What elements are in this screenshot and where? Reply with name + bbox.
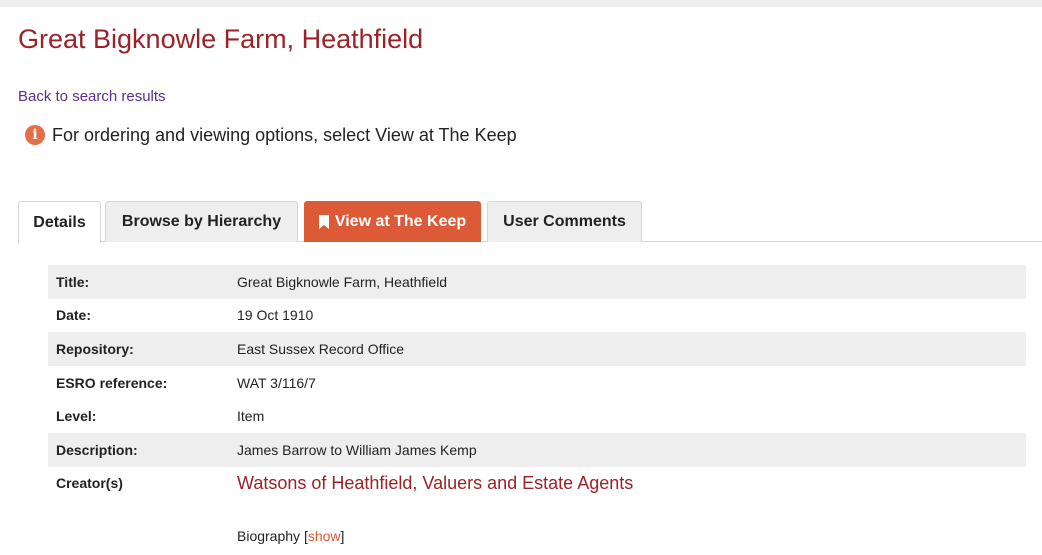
tab-label: Details [33,213,86,231]
ordering-notice: i For ordering and viewing options, sele… [25,124,517,146]
biography-line: Biography [show] [237,528,344,544]
show-biography-link[interactable]: show [308,528,341,544]
top-band [0,0,1042,7]
detail-label: Description: [56,441,138,458]
detail-row-repository: Repository: East Sussex Record Office [48,332,1026,366]
record-details-table: Title: Great Bigknowle Farm, Heathfield … [48,265,1026,500]
tab-browse-by-hierarchy[interactable]: Browse by Hierarchy [105,201,298,242]
detail-label: Level: [56,408,97,425]
record-tabs: Details Browse by Hierarchy View at The … [18,201,1042,243]
detail-row-esro-reference: ESRO reference: WAT 3/116/7 [48,366,1026,400]
detail-label: ESRO reference: [56,374,168,391]
detail-label: Title: [56,273,90,290]
detail-label: Date: [56,307,92,324]
detail-label: Creator(s) [56,475,123,492]
tab-label: View at The Keep [334,213,467,230]
tab-label: Browse by Hierarchy [121,213,282,230]
notice-text: For ordering and viewing options, select… [52,125,517,145]
detail-row-date: Date: 19 Oct 1910 [48,299,1026,333]
biography-label: Biography [237,528,301,544]
creator-link[interactable]: Watsons of Heathfield, Valuers and Estat… [237,473,633,493]
detail-value: East Sussex Record Office [237,340,405,357]
detail-row-level: Level: Item [48,399,1026,433]
info-icon: i [25,124,45,145]
page-title: Great Bigknowle Farm, Heathfield [18,24,424,54]
tab-user-comments[interactable]: User Comments [487,201,642,242]
detail-row-creator: Creator(s) Watsons of Heathfield, Valuer… [48,467,1026,500]
detail-label: Repository: [56,340,134,357]
back-to-results-link[interactable]: Back to search results [18,88,166,105]
detail-row-title: Title: Great Bigknowle Farm, Heathfield [48,265,1026,299]
bookmark-icon [318,215,329,229]
detail-value: Item [237,408,265,425]
detail-value: Great Bigknowle Farm, Heathfield [237,273,448,290]
tab-details[interactable]: Details [18,201,101,243]
creator-value: Watsons of Heathfield, Valuers and Estat… [237,473,633,494]
detail-value: 19 Oct 1910 [237,307,314,324]
detail-value: James Barrow to William James Kemp [237,441,477,458]
detail-value: WAT 3/116/7 [237,374,316,391]
detail-row-description: Description: James Barrow to William Jam… [48,432,1026,467]
bracket-close: ] [340,528,345,544]
tab-view-at-the-keep[interactable]: View at The Keep [304,201,481,242]
tab-label: User Comments [503,213,626,230]
